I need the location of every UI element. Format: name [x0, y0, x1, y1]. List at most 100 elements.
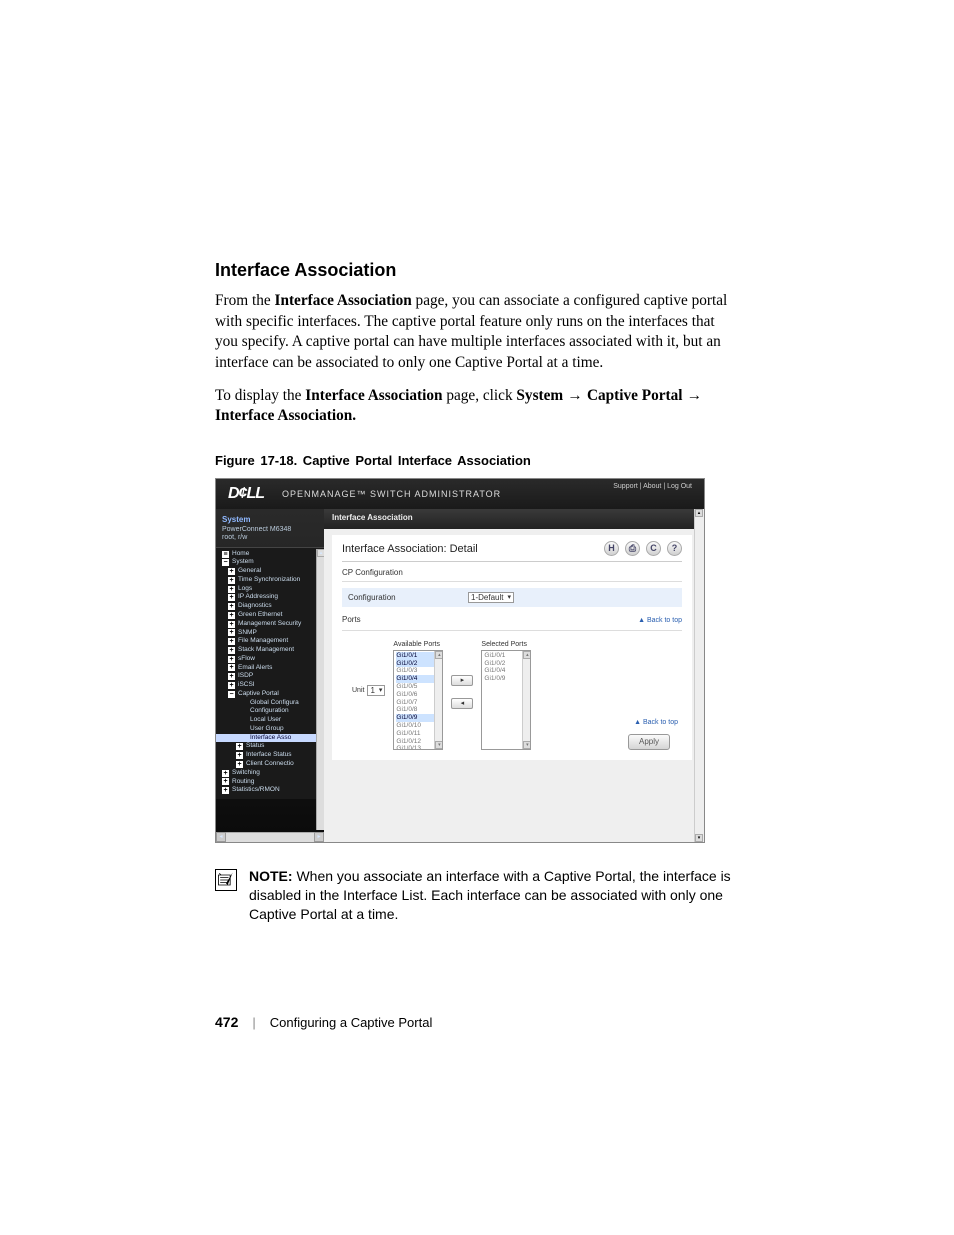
tree-item[interactable]: ≡Home [216, 550, 324, 559]
selected-ports-col: Selected Ports Gi1/0/1Gi1/0/2Gi1/0/4Gi1/… [481, 641, 531, 750]
expand-icon[interactable]: + [228, 647, 235, 654]
tree-label: User Group [250, 725, 284, 734]
tree-label: General [238, 567, 261, 576]
tree-label: Green Ethernet [238, 611, 282, 620]
tree-item[interactable]: +General [216, 567, 324, 576]
help-icon[interactable]: ? [667, 541, 682, 556]
tree-item[interactable]: −System [216, 558, 324, 567]
tree-item[interactable]: Local User [216, 716, 324, 725]
back-to-top-link[interactable]: ▲ Back to top [638, 617, 682, 624]
print-icon[interactable]: ⎙ [625, 541, 640, 556]
expand-icon[interactable]: + [228, 577, 235, 584]
tree-item[interactable]: +Routing [216, 778, 324, 787]
scroll-right-icon[interactable]: ▸ [314, 832, 324, 842]
config-select[interactable]: 1-Default ▾ [468, 592, 514, 603]
expand-icon[interactable]: ≡ [222, 551, 229, 558]
add-button[interactable]: ▸ [451, 675, 473, 686]
tree-item[interactable]: +Interface Status [216, 751, 324, 760]
tree-item[interactable]: +Statistics/RMON [216, 786, 324, 795]
paragraph-2: To display the Interface Association pag… [215, 386, 740, 427]
back-to-top-link[interactable]: ▲ Back to top [634, 719, 678, 726]
expand-icon[interactable]: + [236, 761, 243, 768]
content-vscroll[interactable]: ▴ ▾ [694, 509, 704, 842]
tree-item[interactable]: Interface Asso [216, 734, 324, 743]
tree-item[interactable]: User Group [216, 725, 324, 734]
tree-item[interactable]: +Email Alerts [216, 664, 324, 673]
sidebar-hscroll[interactable]: ◂ ▸ [216, 832, 324, 842]
tree-item[interactable]: +Stack Management [216, 646, 324, 655]
tree-item[interactable]: +Client Connectio [216, 760, 324, 769]
refresh-icon[interactable]: C [646, 541, 661, 556]
expand-icon[interactable]: + [222, 787, 229, 794]
expand-icon[interactable]: + [228, 612, 235, 619]
expand-icon[interactable]: + [228, 586, 235, 593]
available-ports-list[interactable]: Gi1/0/1Gi1/0/2Gi1/0/3Gi1/0/4Gi1/0/5Gi1/0… [393, 650, 443, 750]
tree-label: Captive Portal [238, 690, 279, 699]
p2-mid1: page, click [443, 387, 517, 404]
tree-label: Management Security [238, 620, 301, 629]
header-links[interactable]: Support | About | Log Out [613, 483, 692, 490]
selected-ports-list[interactable]: Gi1/0/1Gi1/0/2Gi1/0/4Gi1/0/9 ▴ ▾ [481, 650, 531, 750]
list-scroll[interactable]: ▴ ▾ [522, 651, 530, 749]
expand-icon[interactable]: + [228, 621, 235, 628]
nav-tree[interactable]: ≡Home−System+General+Time Synchronizatio… [216, 547, 324, 799]
expand-icon[interactable]: + [236, 743, 243, 750]
scroll-left-icon[interactable]: ◂ [216, 832, 226, 842]
tree-item[interactable]: +sFlow [216, 655, 324, 664]
tree-item[interactable]: +Diagnostics [216, 602, 324, 611]
expand-icon[interactable]: + [228, 664, 235, 671]
tree-item[interactable]: Global Configura [216, 699, 324, 708]
expand-icon[interactable]: − [222, 559, 229, 566]
scroll-up-icon[interactable]: ▴ [695, 509, 703, 517]
scroll-up-icon[interactable]: ▴ [523, 651, 531, 659]
tree-item[interactable]: +Time Synchronization [216, 576, 324, 585]
tree-item[interactable]: +iSCSI [216, 681, 324, 690]
breadcrumb: Interface Association [324, 509, 704, 529]
tree-item[interactable]: +Status [216, 742, 324, 751]
unit-selector: Unit 1 ▾ [352, 685, 385, 696]
expand-icon[interactable]: + [228, 629, 235, 636]
expand-icon[interactable]: + [228, 638, 235, 645]
tree-item[interactable]: +Green Ethernet [216, 611, 324, 620]
dell-logo: D¢LL [216, 485, 282, 503]
expand-icon[interactable]: + [236, 752, 243, 759]
scroll-down-icon[interactable]: ▾ [523, 741, 531, 749]
scroll-down-icon[interactable]: ▾ [695, 834, 703, 842]
save-icon[interactable]: H [604, 541, 619, 556]
p1-bold: Interface Association [275, 292, 412, 309]
expand-icon[interactable]: + [222, 770, 229, 777]
list-scroll[interactable]: ▴ ▾ [434, 651, 442, 749]
tree-item[interactable]: +Switching [216, 769, 324, 778]
cp-config-label: CP Configuration [342, 568, 682, 577]
p2-b3: Captive Portal [587, 387, 683, 404]
expand-icon[interactable]: + [228, 656, 235, 663]
p2-b2: System [516, 387, 563, 404]
ports-area: Unit 1 ▾ Available Ports Gi1/0/1Gi1/0/2G… [342, 637, 682, 750]
expand-icon[interactable]: + [228, 603, 235, 610]
scroll-down-icon[interactable]: ▾ [435, 741, 443, 749]
expand-icon[interactable]: − [228, 691, 235, 698]
tree-item[interactable]: +IP Addressing [216, 593, 324, 602]
tree-item[interactable]: Configuration [216, 707, 324, 716]
expand-icon[interactable]: + [228, 682, 235, 689]
scroll-up-icon[interactable]: ▴ [435, 651, 443, 659]
apply-button[interactable]: Apply [628, 734, 670, 750]
expand-icon[interactable]: + [228, 568, 235, 575]
screenshot: D¢LL OPENMANAGE™ SWITCH ADMINISTRATOR Su… [215, 478, 705, 843]
expand-icon[interactable]: + [228, 594, 235, 601]
expand-icon[interactable]: + [228, 673, 235, 680]
figure-caption: Figure 17-18. Captive Portal Interface A… [215, 453, 740, 468]
tree-item[interactable]: +ISDP [216, 672, 324, 681]
available-label: Available Ports [393, 641, 440, 648]
sidebar-vscroll[interactable]: ▴ [316, 549, 324, 830]
remove-button[interactable]: ◂ [451, 698, 473, 709]
unit-select[interactable]: 1 ▾ [367, 685, 385, 696]
tree-item[interactable]: −Captive Portal [216, 690, 324, 699]
tree-label: Local User [250, 716, 281, 725]
tree-item[interactable]: +Logs [216, 585, 324, 594]
tree-item[interactable]: +Management Security [216, 620, 324, 629]
tree-item[interactable]: +SNMP [216, 629, 324, 638]
device-name: PowerConnect M6348 [222, 526, 291, 533]
tree-item[interactable]: +File Management [216, 637, 324, 646]
expand-icon[interactable]: + [222, 778, 229, 785]
